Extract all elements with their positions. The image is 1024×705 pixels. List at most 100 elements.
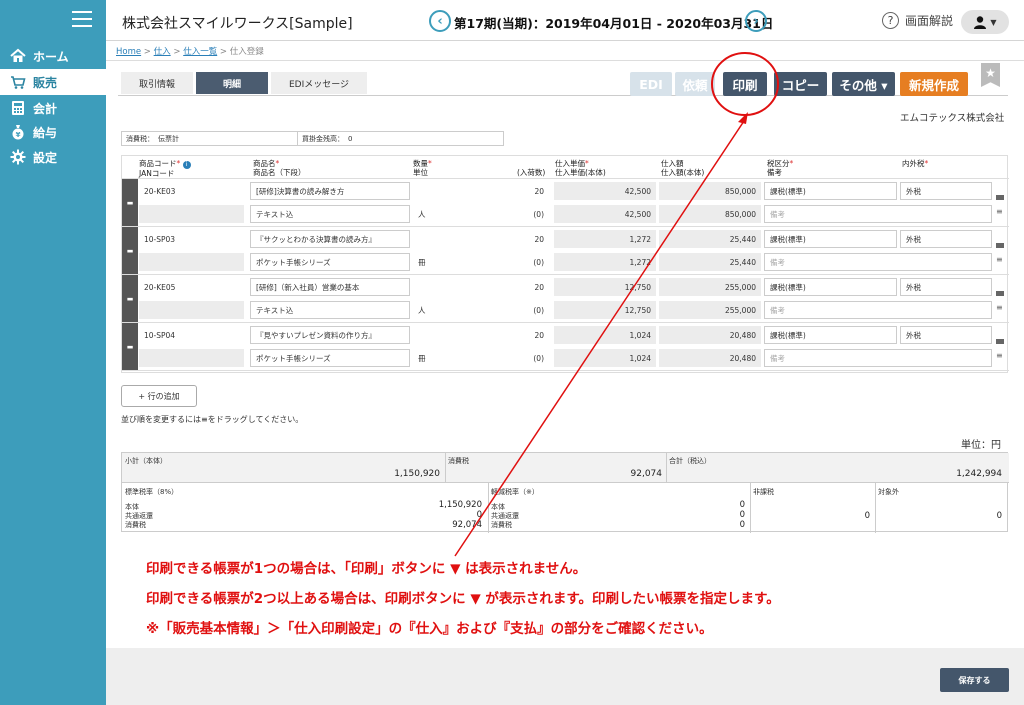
bookmark-star-icon[interactable]: ★ bbox=[981, 63, 1000, 87]
jan-code-field[interactable] bbox=[139, 349, 244, 367]
item-name-field[interactable]: 『見やすいプレゼン資料の作り方』 bbox=[250, 326, 410, 344]
item-name-field[interactable]: 『サクッとわかる決算書の読み方』 bbox=[250, 230, 410, 248]
unit-price-body: 12,750 bbox=[554, 301, 656, 319]
amount-body: 25,440 bbox=[659, 253, 761, 271]
annotation-line-2: 印刷できる帳票が2つ以上ある場合は、印刷ボタンに ▼ が表示されます。印刷したい… bbox=[146, 591, 780, 607]
nontax-value: 0 bbox=[864, 511, 870, 521]
header-pack: (入荷数) bbox=[517, 168, 546, 177]
question-icon: ? bbox=[882, 12, 899, 29]
save-button[interactable]: 保存する bbox=[940, 668, 1009, 692]
fiscal-period: 第17期(当期)：2019年04月01日 - 2020年03月31日 bbox=[454, 16, 774, 31]
memo-field[interactable]: 備考 bbox=[764, 349, 992, 367]
header-intax: 内外税* bbox=[902, 159, 929, 168]
unit-price-field[interactable]: 42,500 bbox=[554, 182, 656, 200]
next-period-button[interactable]: › bbox=[745, 10, 767, 32]
row-drag-handle[interactable]: ▬ bbox=[122, 323, 138, 370]
header-amount: 仕入額 仕入額(本体) bbox=[661, 159, 705, 177]
row-drag-handle[interactable]: ▬ bbox=[122, 179, 138, 226]
tax-category-select[interactable]: 課税(標準) bbox=[764, 230, 897, 248]
row-action-icon[interactable] bbox=[996, 243, 1004, 248]
tab-edi-message[interactable]: EDIメッセージ bbox=[271, 72, 367, 94]
unit-field[interactable]: 人 bbox=[413, 205, 473, 223]
jan-code-field[interactable] bbox=[139, 253, 244, 271]
item-code[interactable]: 10-SP03 bbox=[139, 230, 244, 248]
hamburger-menu-icon[interactable] bbox=[72, 11, 92, 27]
unit-field[interactable]: 冊 bbox=[413, 349, 473, 367]
request-button[interactable]: 依頼 bbox=[675, 72, 715, 96]
tax-inclusion-select[interactable]: 外税 bbox=[900, 326, 992, 344]
print-button[interactable]: 印刷 bbox=[723, 72, 767, 96]
qty-field[interactable]: 20 bbox=[413, 230, 549, 248]
sidebar-item-payroll[interactable]: ¥ 給与 bbox=[0, 119, 106, 145]
item-code[interactable]: 20-KE05 bbox=[139, 278, 244, 296]
tab-transaction-info[interactable]: 取引情報 bbox=[121, 72, 193, 94]
item-name2-field[interactable]: ポケット手帳シリーズ bbox=[250, 253, 410, 271]
annotation-line-1: 印刷できる帳票が1つの場合は、「印刷」ボタンに ▼ は表示されません。 bbox=[146, 561, 587, 577]
row-reorder-icon[interactable]: ≡ bbox=[996, 255, 1003, 264]
qty-field[interactable]: 20 bbox=[413, 326, 549, 344]
tax-inclusion-select[interactable]: 外税 bbox=[900, 278, 992, 296]
tax-inclusion-select[interactable]: 外税 bbox=[900, 230, 992, 248]
memo-field[interactable]: 備考 bbox=[764, 253, 992, 271]
other-dropdown-button[interactable]: その他 ▾ bbox=[832, 72, 895, 96]
unit-field[interactable]: 冊 bbox=[413, 253, 473, 271]
memo-field[interactable]: 備考 bbox=[764, 301, 992, 319]
copy-button[interactable]: コピー bbox=[774, 72, 827, 96]
tab-details[interactable]: 明細 bbox=[196, 72, 268, 94]
sidebar-item-home[interactable]: ホーム bbox=[0, 43, 106, 69]
tax-category-select[interactable]: 課税(標準) bbox=[764, 326, 897, 344]
sidebar-item-label: 販売 bbox=[33, 75, 58, 90]
item-name2-field[interactable]: ポケット手帳シリーズ bbox=[250, 349, 410, 367]
top-bar: 株式会社スマイルワークス[Sample] ‹ 第17期(当期)：2019年04月… bbox=[106, 0, 1024, 41]
breadcrumb-purchase[interactable]: 仕入 bbox=[154, 47, 171, 57]
sidebar-item-settings[interactable]: 設定 bbox=[0, 144, 106, 170]
tax-category-select[interactable]: 課税(標準) bbox=[764, 182, 897, 200]
unit-price-field[interactable]: 1,272 bbox=[554, 230, 656, 248]
row-action-icon[interactable] bbox=[996, 339, 1004, 344]
tax-inclusion-select[interactable]: 外税 bbox=[900, 182, 992, 200]
item-name2-field[interactable]: テキスト込 bbox=[250, 301, 410, 319]
help-link[interactable]: ? 画面解説 bbox=[882, 12, 953, 29]
row-drag-handle[interactable]: ▬ bbox=[122, 227, 138, 274]
sidebar-item-accounting[interactable]: 会計 bbox=[0, 95, 106, 121]
new-button[interactable]: 新規作成 bbox=[900, 72, 968, 96]
item-name2-field[interactable]: テキスト込 bbox=[250, 205, 410, 223]
balance-label: 買掛金残高： bbox=[297, 132, 344, 145]
calculator-icon bbox=[10, 100, 26, 116]
item-name-field[interactable]: [研修]決算書の読み解き方 bbox=[250, 182, 410, 200]
unit-price-field[interactable]: 1,024 bbox=[554, 326, 656, 344]
jan-code-field[interactable] bbox=[139, 205, 244, 223]
add-row-button[interactable]: + 行の追加 bbox=[121, 385, 197, 407]
company-name: 株式会社スマイルワークス[Sample] bbox=[122, 16, 353, 32]
item-code[interactable]: 10-SP04 bbox=[139, 326, 244, 344]
unit-price-field[interactable]: 12,750 bbox=[554, 278, 656, 296]
sidebar-item-sales[interactable]: 販売 bbox=[0, 69, 106, 95]
user-icon bbox=[974, 16, 987, 29]
breadcrumb-home[interactable]: Home bbox=[116, 47, 141, 57]
row-reorder-icon[interactable]: ≡ bbox=[996, 303, 1003, 312]
qty-field[interactable]: 20 bbox=[413, 278, 549, 296]
row-action-icon[interactable] bbox=[996, 195, 1004, 200]
row-action-icon[interactable] bbox=[996, 291, 1004, 296]
breadcrumb-purchase-list[interactable]: 仕入一覧 bbox=[183, 47, 217, 57]
item-code[interactable]: 20-KE03 bbox=[139, 182, 244, 200]
qty-field[interactable]: 20 bbox=[413, 182, 549, 200]
item-name-field[interactable]: [研修]（新入社員）営業の基本 bbox=[250, 278, 410, 296]
tax-category-select[interactable]: 課税(標準) bbox=[764, 278, 897, 296]
row-drag-handle[interactable]: ▬ bbox=[122, 275, 138, 322]
jan-code-field[interactable] bbox=[139, 301, 244, 319]
home-icon bbox=[10, 48, 26, 64]
totals-panel: 小計（本体） 1,150,920 消費税 92,074 合計（税込） 1,242… bbox=[121, 452, 1009, 533]
user-menu-button[interactable]: ▼ bbox=[961, 10, 1009, 34]
memo-field[interactable]: 備考 bbox=[764, 205, 992, 223]
row-reorder-icon[interactable]: ≡ bbox=[996, 351, 1003, 360]
prev-period-button[interactable]: ‹ bbox=[429, 10, 451, 32]
header-taxcat: 税区分* 備考 bbox=[767, 159, 794, 177]
row-reorder-icon[interactable]: ≡ bbox=[996, 207, 1003, 216]
std-body: 1,150,920 bbox=[438, 500, 482, 510]
unit-field[interactable]: 人 bbox=[413, 301, 473, 319]
subtotal-value: 1,150,920 bbox=[394, 469, 440, 479]
edi-button[interactable]: EDI bbox=[630, 72, 672, 96]
reduced-tax: 0 bbox=[739, 520, 745, 530]
header-price: 仕入単価* 仕入単価(本体) bbox=[555, 159, 606, 177]
